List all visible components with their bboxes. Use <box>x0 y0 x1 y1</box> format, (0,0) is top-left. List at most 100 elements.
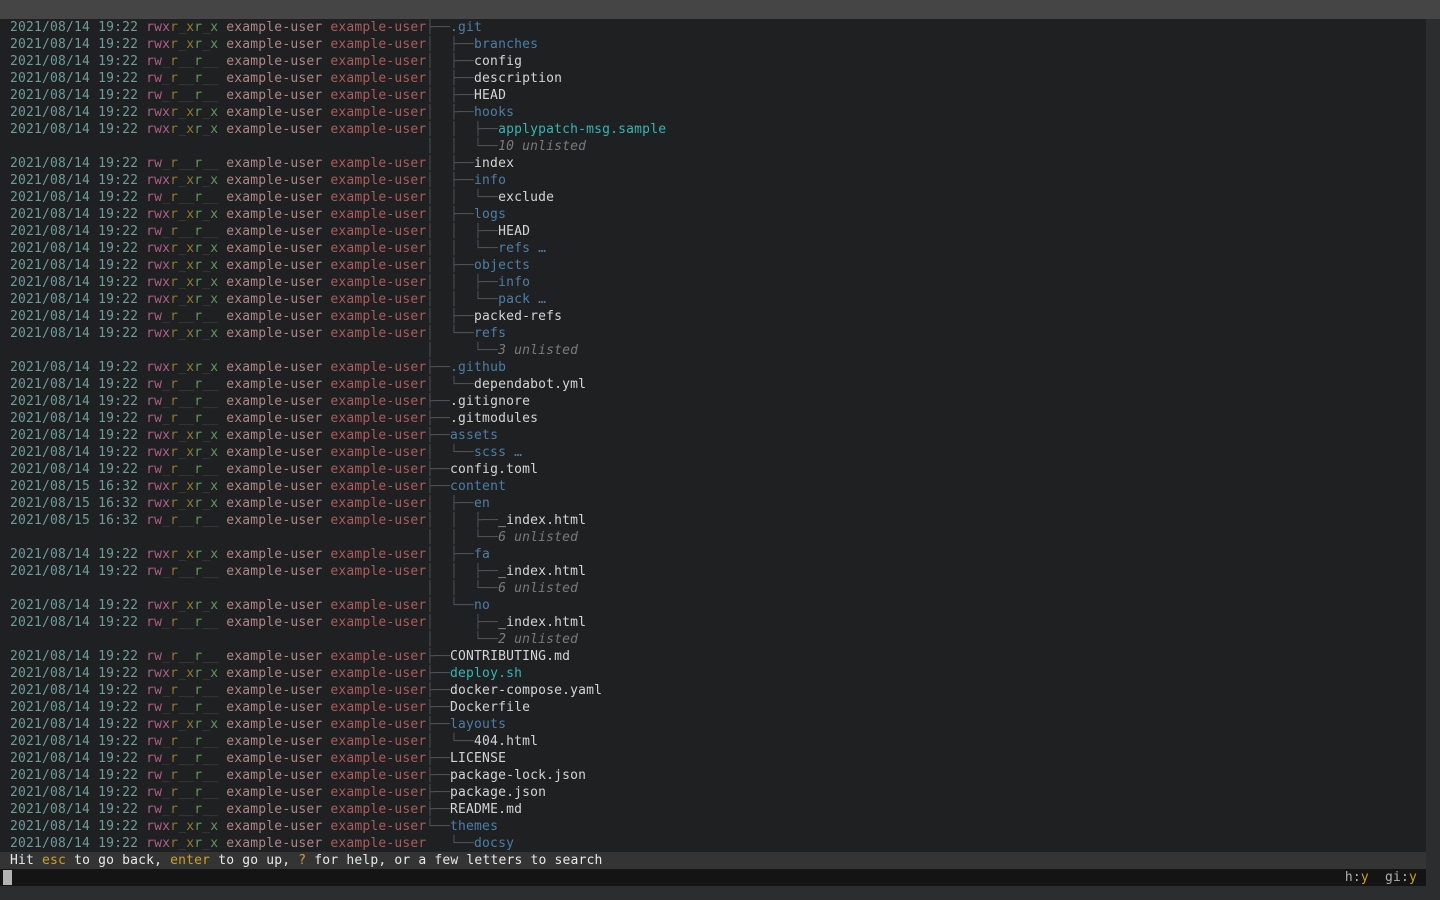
file-row[interactable]: │ │ └──6 unlisted <box>0 580 1426 597</box>
file-row[interactable]: 2021/08/14 19:22 rw_r__r__ example-user … <box>0 308 1426 325</box>
tree-entry[interactable]: │ │ └──6 unlisted <box>426 529 578 546</box>
tree-entry[interactable]: └──docsy <box>426 835 514 852</box>
tree-entry[interactable]: │ ├──logs <box>426 206 506 223</box>
file-row[interactable]: 2021/08/14 19:22 rwxr_xr_x example-user … <box>0 36 1426 53</box>
file-row[interactable]: 2021/08/14 19:22 rwxr_xr_x example-user … <box>0 444 1426 461</box>
file-row[interactable]: │ └──2 unlisted <box>0 631 1426 648</box>
file-row[interactable]: 2021/08/14 19:22 rw_r__r__ example-user … <box>0 784 1426 801</box>
tree-entry[interactable]: │ └──404.html <box>426 733 538 750</box>
file-row[interactable]: 2021/08/14 19:22 rw_r__r__ example-user … <box>0 461 1426 478</box>
tree-entry[interactable]: ├──content <box>426 478 506 495</box>
tree-entry[interactable]: │ ├──description <box>426 70 562 87</box>
tree-entry[interactable]: │ └──dependabot.yml <box>426 376 586 393</box>
file-row[interactable]: 2021/08/14 19:22 rw_r__r__ example-user … <box>0 733 1426 750</box>
tree-entry[interactable]: ├──.gitmodules <box>426 410 538 427</box>
tree-entry[interactable]: │ ├──packed-refs <box>426 308 562 325</box>
file-row[interactable]: 2021/08/14 19:22 rw_r__r__ example-user … <box>0 767 1426 784</box>
file-row[interactable]: 2021/08/14 19:22 rwxr_xr_x example-user … <box>0 104 1426 121</box>
tree-entry[interactable]: │ │ └──exclude <box>426 189 554 206</box>
file-row[interactable]: 2021/08/14 19:22 rwxr_xr_x example-user … <box>0 121 1426 138</box>
file-row[interactable]: 2021/08/14 19:22 rwxr_xr_x example-user … <box>0 818 1426 835</box>
tree-entry[interactable]: ├──Dockerfile <box>426 699 530 716</box>
file-row[interactable]: 2021/08/14 19:22 rwxr_xr_x example-user … <box>0 359 1426 376</box>
file-row[interactable]: 2021/08/14 19:22 rw_r__r__ example-user … <box>0 682 1426 699</box>
tree-entry[interactable]: │ │ ├──applypatch-msg.sample <box>426 121 666 138</box>
file-row[interactable]: 2021/08/14 19:22 rwxr_xr_x example-user … <box>0 427 1426 444</box>
file-row[interactable]: 2021/08/15 16:32 rwxr_xr_x example-user … <box>0 495 1426 512</box>
tree-entry[interactable]: └──themes <box>426 818 498 835</box>
tree-entry[interactable]: │ ├──_index.html <box>426 614 586 631</box>
tree-entry[interactable]: │ ├──config <box>426 53 522 70</box>
file-row[interactable]: │ │ └──10 unlisted <box>0 138 1426 155</box>
file-row[interactable]: 2021/08/14 19:22 rwxr_xr_x example-user … <box>0 546 1426 563</box>
tree-entry[interactable]: ├──.github <box>426 359 506 376</box>
file-row[interactable]: │ │ └──6 unlisted <box>0 529 1426 546</box>
tree-entry[interactable]: ├──.gitignore <box>426 393 530 410</box>
file-row[interactable]: 2021/08/14 19:22 rw_r__r__ example-user … <box>0 376 1426 393</box>
file-row[interactable]: 2021/08/14 19:22 rwxr_xr_x example-user … <box>0 835 1426 852</box>
file-row[interactable]: 2021/08/14 19:22 rw_r__r__ example-user … <box>0 70 1426 87</box>
tree-entry[interactable]: │ │ └──6 unlisted <box>426 580 578 597</box>
file-row[interactable]: 2021/08/14 19:22 rwxr_xr_x example-user … <box>0 291 1426 308</box>
search-input[interactable]: h:y gi:y <box>0 869 1426 886</box>
tree-entry[interactable]: │ │ └──10 unlisted <box>426 138 586 155</box>
tree-entry[interactable]: ├──CONTRIBUTING.md <box>426 648 570 665</box>
tree-entry[interactable]: │ └──2 unlisted <box>426 631 578 648</box>
file-row[interactable]: 2021/08/14 19:22 rw_r__r__ example-user … <box>0 410 1426 427</box>
file-row[interactable]: 2021/08/14 19:22 rw_r__r__ example-user … <box>0 223 1426 240</box>
tree-entry[interactable]: │ │ ├──info <box>426 274 530 291</box>
file-row[interactable]: 2021/08/15 16:32 rwxr_xr_x example-user … <box>0 478 1426 495</box>
tree-entry[interactable]: │ │ └──pack … <box>426 291 546 308</box>
tree-entry[interactable]: │ ├──HEAD <box>426 87 506 104</box>
file-row[interactable]: 2021/08/14 19:22 rwxr_xr_x example-user … <box>0 172 1426 189</box>
tree-entry[interactable]: │ ├──hooks <box>426 104 514 121</box>
file-row[interactable]: 2021/08/14 19:22 rw_r__r__ example-user … <box>0 53 1426 70</box>
file-row[interactable]: 2021/08/14 19:22 rwxr_xr_x example-user … <box>0 206 1426 223</box>
file-row[interactable]: 2021/08/14 19:22 rw_r__r__ example-user … <box>0 750 1426 767</box>
file-row[interactable]: 2021/08/14 19:22 rwxr_xr_x example-user … <box>0 257 1426 274</box>
file-row[interactable]: 2021/08/14 19:22 rw_r__r__ example-user … <box>0 648 1426 665</box>
tree-entry[interactable]: │ │ └──refs … <box>426 240 546 257</box>
tree-entry[interactable]: │ │ ├──HEAD <box>426 223 530 240</box>
file-row[interactable]: 2021/08/14 19:22 rw_r__r__ example-user … <box>0 614 1426 631</box>
tree-entry[interactable]: ├──LICENSE <box>426 750 506 767</box>
file-row[interactable]: │ └──3 unlisted <box>0 342 1426 359</box>
file-row[interactable]: 2021/08/14 19:22 rwxr_xr_x example-user … <box>0 716 1426 733</box>
tree-entry[interactable]: │ └──3 unlisted <box>426 342 578 359</box>
file-row[interactable]: 2021/08/14 19:22 rw_r__r__ example-user … <box>0 801 1426 818</box>
tree-entry[interactable]: │ └──no <box>426 597 490 614</box>
tree-entry[interactable]: ├──.git <box>426 19 482 36</box>
tree-entry[interactable]: ├──layouts <box>426 716 506 733</box>
file-row[interactable]: 2021/08/14 19:22 rwxr_xr_x example-user … <box>0 665 1426 682</box>
tree-entry[interactable]: │ ├──branches <box>426 36 538 53</box>
file-row[interactable]: 2021/08/14 19:22 rwxr_xr_x example-user … <box>0 325 1426 342</box>
tree-entry[interactable]: │ ├──fa <box>426 546 490 563</box>
tree-entry[interactable]: ├──README.md <box>426 801 522 818</box>
file-row[interactable]: 2021/08/14 19:22 rwxr_xr_x example-user … <box>0 597 1426 614</box>
file-row[interactable]: 2021/08/14 19:22 rwxr_xr_x example-user … <box>0 19 1426 36</box>
tree-entry[interactable]: │ └──refs <box>426 325 506 342</box>
tree-entry[interactable]: │ │ ├──_index.html <box>426 563 586 580</box>
scrollbar-track[interactable] <box>1426 19 1440 900</box>
tree-entry[interactable]: │ ├──objects <box>426 257 530 274</box>
tree-entry[interactable]: ├──config.toml <box>426 461 538 478</box>
tree-entry[interactable]: │ ├──index <box>426 155 514 172</box>
tree-entry[interactable]: ├──package.json <box>426 784 546 801</box>
file-row[interactable]: 2021/08/15 16:32 rw_r__r__ example-user … <box>0 512 1426 529</box>
tree-entry[interactable]: ├──assets <box>426 427 498 444</box>
file-row[interactable]: 2021/08/14 19:22 rw_r__r__ example-user … <box>0 155 1426 172</box>
file-row[interactable]: 2021/08/14 19:22 rw_r__r__ example-user … <box>0 87 1426 104</box>
tree-entry[interactable]: ├──package-lock.json <box>426 767 586 784</box>
file-row[interactable]: 2021/08/14 19:22 rw_r__r__ example-user … <box>0 393 1426 410</box>
tree-entry[interactable]: ├──deploy.sh <box>426 665 522 682</box>
tree-entry[interactable]: │ ├──en <box>426 495 490 512</box>
file-row[interactable]: 2021/08/14 19:22 rw_r__r__ example-user … <box>0 189 1426 206</box>
tree-entry[interactable]: │ └──scss … <box>426 444 522 461</box>
tree-entry[interactable]: │ │ ├──_index.html <box>426 512 586 529</box>
tree-entry[interactable]: │ ├──info <box>426 172 506 189</box>
file-row[interactable]: 2021/08/14 19:22 rw_r__r__ example-user … <box>0 699 1426 716</box>
file-row[interactable]: 2021/08/14 19:22 rwxr_xr_x example-user … <box>0 240 1426 257</box>
file-row[interactable]: 2021/08/14 19:22 rwxr_xr_x example-user … <box>0 274 1426 291</box>
file-row[interactable]: 2021/08/14 19:22 rw_r__r__ example-user … <box>0 563 1426 580</box>
tree-entry[interactable]: ├──docker-compose.yaml <box>426 682 602 699</box>
